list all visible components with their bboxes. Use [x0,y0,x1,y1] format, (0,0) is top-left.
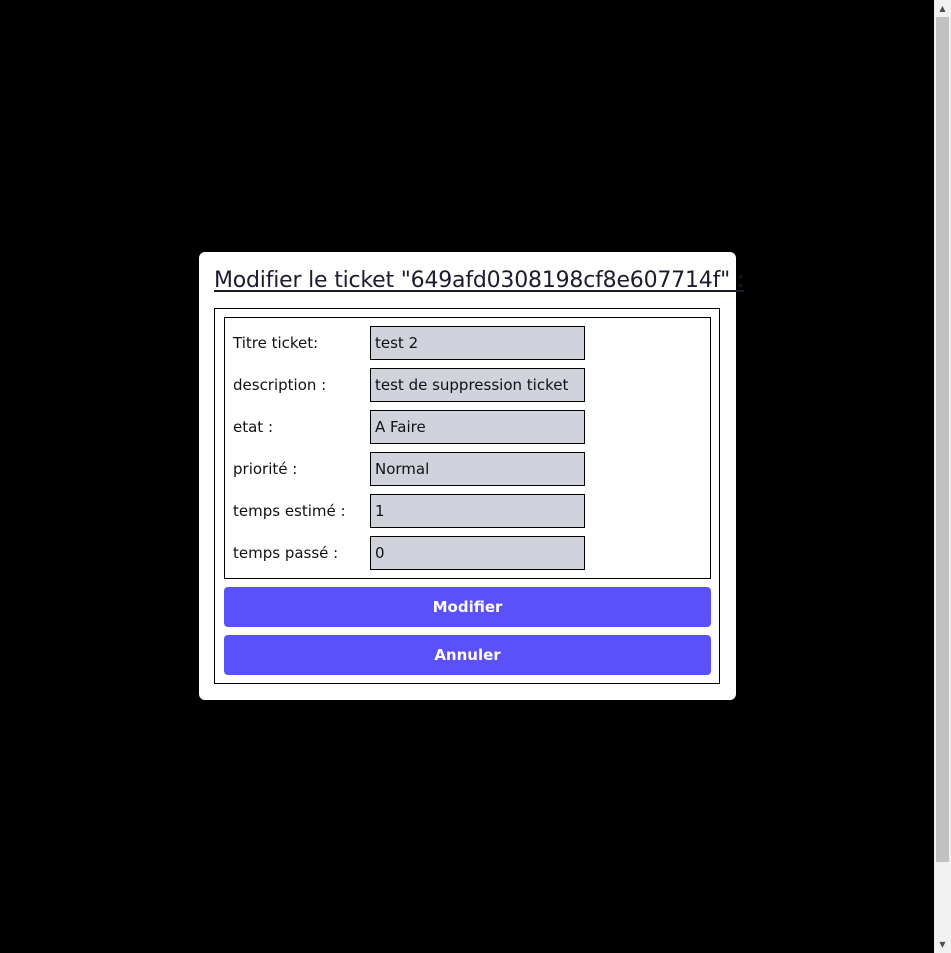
field-row-title: Titre ticket: [233,326,693,360]
ticket-form: Titre ticket: description : etat : prior… [224,317,711,579]
scroll-up-arrow-icon[interactable]: ▲ [934,0,951,17]
edit-ticket-modal: Modifier le ticket "649afd0308198cf8e607… [199,252,744,700]
priority-input[interactable] [370,452,585,486]
modal-title: Modifier le ticket "649afd0308198cf8e607… [214,268,745,293]
description-input[interactable] [370,368,585,402]
field-row-estimated-time: temps estimé : [233,494,693,528]
modify-button[interactable]: Modifier [224,587,711,627]
field-row-status: etat : [233,410,693,444]
title-input[interactable] [370,326,585,360]
cancel-button[interactable]: Annuler [224,635,711,675]
scroll-down-arrow-icon[interactable]: ▼ [934,936,951,953]
priority-label: priorité : [233,460,298,478]
estimated-time-label: temps estimé : [233,502,346,520]
status-input[interactable] [370,410,585,444]
description-label: description : [233,376,327,394]
field-row-priority: priorité : [233,452,693,486]
field-row-description: description : [233,368,693,402]
vertical-scrollbar[interactable]: ▲ ▼ [934,0,951,953]
scrollbar-thumb[interactable] [936,17,949,862]
title-label: Titre ticket: [233,334,319,352]
spent-time-label: temps passé : [233,544,339,562]
spent-time-input[interactable] [370,536,585,570]
modal-form-container: Titre ticket: description : etat : prior… [214,308,720,684]
field-row-spent-time: temps passé : [233,536,693,570]
estimated-time-input[interactable] [370,494,585,528]
status-label: etat : [233,418,274,436]
